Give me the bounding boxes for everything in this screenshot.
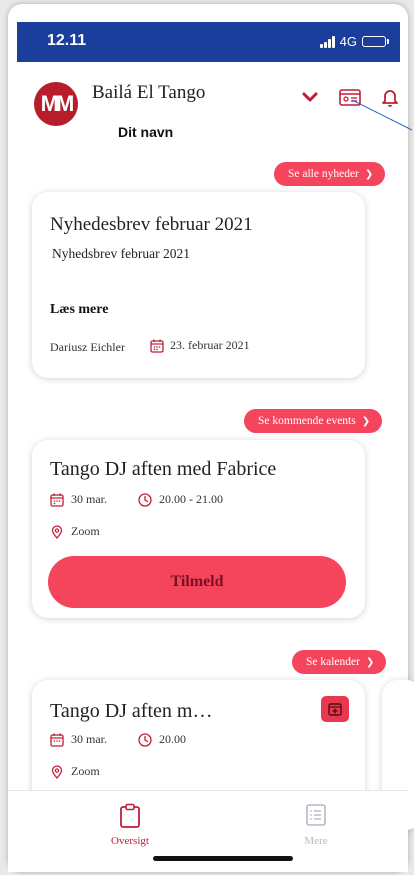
news-card[interactable]: Nyhedesbrev februar 2021 Nyhedsbrev febr… (32, 192, 365, 378)
news-title: Nyhedesbrev februar 2021 (50, 214, 253, 235)
read-more-link[interactable]: Læs mere (50, 302, 108, 318)
event-time-text: 20.00 - 21.00 (159, 492, 223, 506)
news-date-text: 23. februar 2021 (170, 338, 250, 352)
event-location: Zoom (50, 524, 100, 539)
news-author: Dariusz Eichler (50, 340, 125, 354)
calendar-icon (50, 493, 64, 507)
calendar-event-time: 20.00 (138, 732, 186, 747)
annotation-line (352, 100, 412, 131)
chevron-right-icon: ❯ (365, 656, 375, 668)
avatar[interactable]: MM (34, 82, 78, 126)
app-title: Bailá El Tango (92, 82, 206, 103)
event-date: 30 mar. (50, 492, 107, 507)
status-indicators: 4G (319, 34, 389, 49)
event-title: Tango DJ aften med Fabrice (50, 458, 277, 480)
tab-mere[interactable]: Mere (271, 803, 361, 847)
news-subtitle: Nyhedsbrev februar 2021 (52, 246, 190, 261)
calendar-icon (150, 339, 164, 353)
signup-button[interactable]: Tilmeld (48, 556, 346, 608)
signal-icon (319, 35, 335, 48)
status-bar: 12.11 4G (17, 22, 400, 62)
clock-icon (138, 732, 152, 747)
chevron-down-icon[interactable] (298, 86, 322, 108)
see-calendar-button[interactable]: Se kalender ❯ (292, 650, 387, 674)
calendar-event-title: Tango DJ aften m… (50, 700, 213, 722)
see-upcoming-events-label: Se kommende events (258, 415, 356, 427)
calendar-event-location-text: Zoom (71, 764, 100, 778)
battery-icon (362, 36, 389, 47)
event-location-text: Zoom (71, 524, 100, 538)
chevron-right-icon: ❯ (361, 415, 371, 427)
user-name: Dit navn (118, 124, 174, 140)
location-pin-icon (51, 764, 63, 779)
tab-bar: Oversigt Mere (8, 790, 408, 872)
clock-icon (138, 492, 152, 507)
calendar-icon (50, 733, 64, 747)
tab-oversigt[interactable]: Oversigt (85, 803, 175, 847)
chevron-right-icon: ❯ (364, 168, 374, 180)
list-icon (306, 804, 326, 826)
network-label: 4G (339, 34, 357, 49)
see-all-news-label: Se alle nyheder (288, 168, 359, 180)
location-pin-icon (51, 524, 63, 539)
calendar-event-location: Zoom (50, 764, 100, 779)
calendar-event-date-text: 30 mar. (71, 732, 107, 746)
event-card[interactable]: Tango DJ aften med Fabrice 30 mar. 20.00… (32, 440, 365, 618)
status-time: 12.11 (47, 32, 87, 49)
news-date: 23. februar 2021 (150, 338, 250, 353)
tab-oversigt-label: Oversigt (111, 835, 149, 847)
calendar-event-date: 30 mar. (50, 732, 107, 747)
home-indicator (153, 856, 293, 861)
see-upcoming-events-button[interactable]: Se kommende events ❯ (244, 409, 383, 433)
calendar-event-time-text: 20.00 (159, 732, 186, 746)
event-time: 20.00 - 21.00 (138, 492, 223, 507)
see-all-news-button[interactable]: Se alle nyheder ❯ (274, 162, 386, 186)
event-date-text: 30 mar. (71, 492, 107, 506)
tab-mere-label: Mere (304, 835, 328, 847)
add-to-calendar-icon[interactable] (321, 696, 349, 722)
clipboard-icon (120, 803, 140, 828)
see-calendar-label: Se kalender (306, 656, 360, 668)
